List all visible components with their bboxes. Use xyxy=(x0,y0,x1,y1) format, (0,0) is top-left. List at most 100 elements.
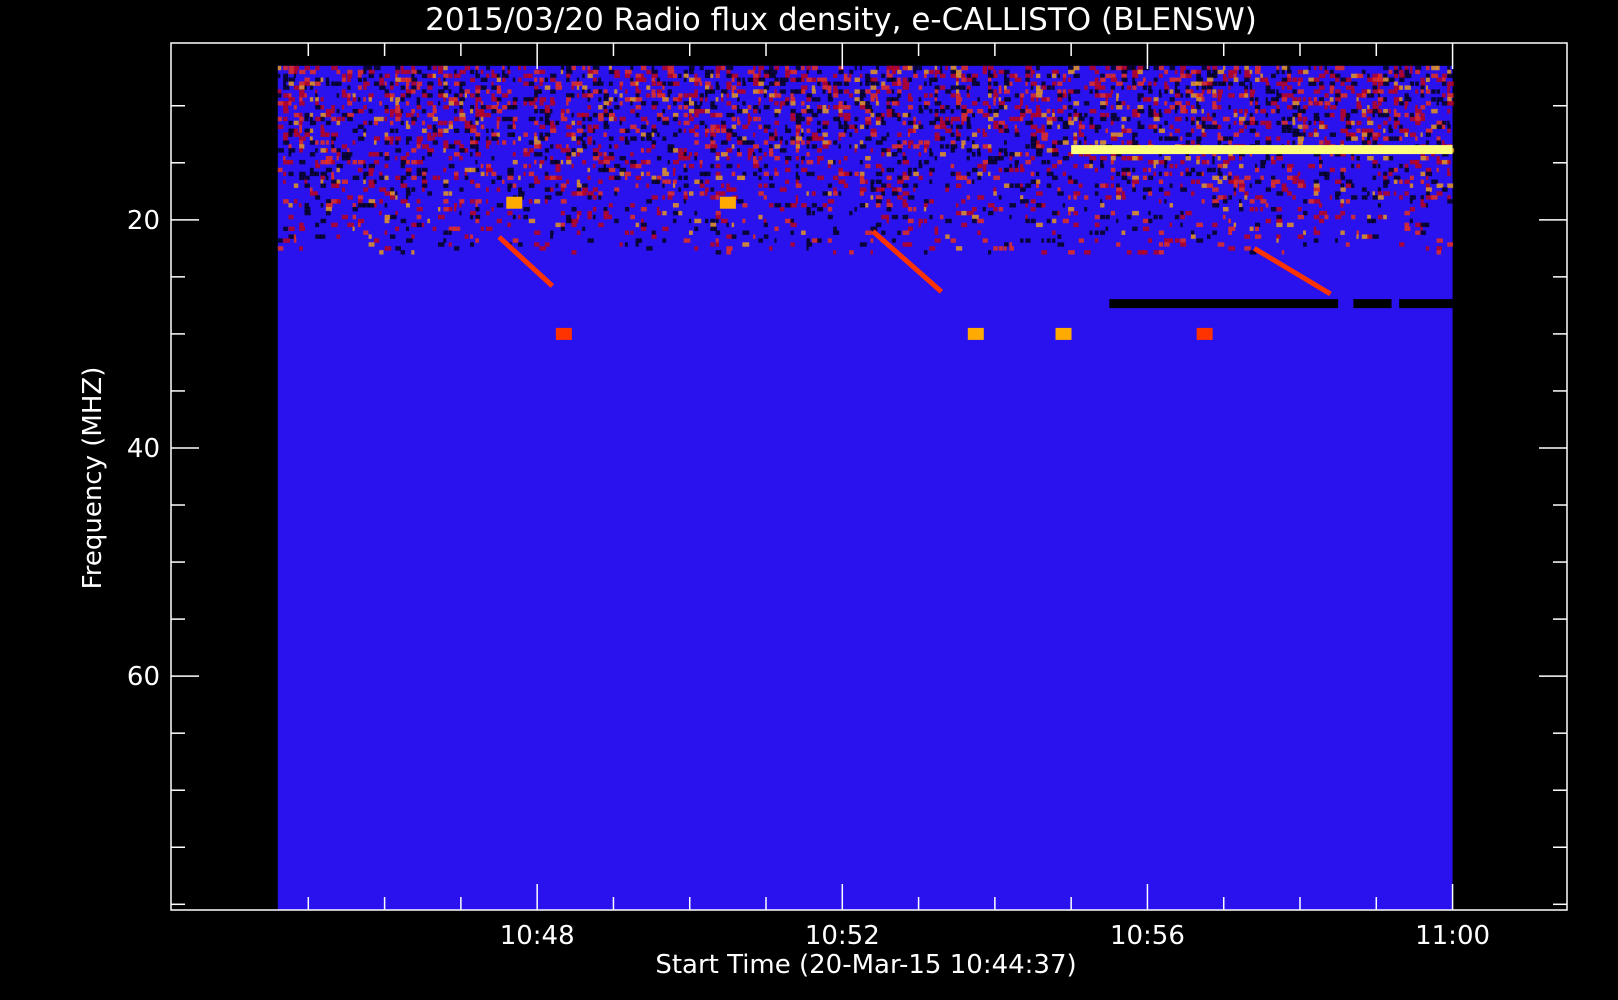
spectrogram-noise-cell xyxy=(454,175,459,181)
spectrogram-noise-cell xyxy=(806,140,811,145)
spectrogram-noise-cell xyxy=(785,97,790,102)
spectrogram-noise-cell xyxy=(357,199,363,204)
spectrogram-noise-cell xyxy=(1276,69,1280,75)
spectrogram-noise-cell xyxy=(1174,238,1180,243)
spectrogram-noise-cell xyxy=(704,128,710,133)
spectrogram-noise-cell xyxy=(1169,65,1176,71)
spectrogram-noise-cell xyxy=(1196,77,1204,83)
spectrogram-noise-cell xyxy=(352,128,358,133)
spectrogram-noise-cell xyxy=(1046,171,1054,177)
spectrogram-noise-cell xyxy=(822,132,828,137)
spectrogram-noise-cell xyxy=(299,85,305,90)
spectrogram-noise-cell xyxy=(1399,85,1403,90)
spectrogram-noise-cell xyxy=(1110,175,1114,181)
spectrogram-noise-cell xyxy=(859,175,865,181)
spectrogram-noise-cell xyxy=(1313,120,1317,126)
spectrogram-noise-cell xyxy=(1238,81,1245,86)
spectrogram-noise-cell xyxy=(737,120,741,126)
spectrogram-noise-cell xyxy=(1110,183,1114,188)
spectrogram-noise-cell xyxy=(1164,136,1171,141)
spectrogram-noise-cell xyxy=(1116,101,1122,106)
spectrogram-noise-cell xyxy=(1297,214,1305,220)
spectrogram-noise-cell xyxy=(1228,195,1233,200)
spectrogram-noise-cell xyxy=(672,132,678,137)
spectrogram-noise-cell xyxy=(1244,65,1249,71)
spectrogram-noise-cell xyxy=(758,69,761,75)
spectrogram-noise-cell xyxy=(491,136,499,141)
spectrogram-noise-cell xyxy=(1335,73,1341,79)
spectrogram-noise-cell xyxy=(795,171,799,177)
spectrogram-noise-cell xyxy=(491,171,497,177)
spectrogram-noise-cell xyxy=(614,89,618,94)
spectrogram-noise-cell xyxy=(833,230,840,235)
spectrogram-noise-cell xyxy=(939,152,946,157)
spectrogram-noise-cell xyxy=(790,242,795,247)
spectrogram-noise-cell xyxy=(1431,97,1436,102)
spectrogram-noise-cell xyxy=(683,163,686,169)
spectrogram-noise-cell xyxy=(923,206,927,212)
spectrogram-noise-cell xyxy=(1030,156,1035,161)
spectrogram-noise-cell xyxy=(480,105,487,110)
spectrogram-noise-cell xyxy=(1041,144,1045,149)
spectrogram-noise-cell xyxy=(283,85,290,90)
spectrogram-noise-cell xyxy=(395,136,401,141)
spectrogram-noise-cell xyxy=(1345,199,1351,204)
spectrogram-noise-cell xyxy=(1420,85,1425,90)
spectrogram-noise-cell xyxy=(1126,250,1132,255)
spectrogram-noise-cell xyxy=(315,101,319,106)
spectrogram-noise-cell xyxy=(955,85,962,90)
spectrogram-noise-cell xyxy=(405,120,409,126)
spectrogram-noise-cell xyxy=(331,148,337,153)
spectrogram-noise-cell xyxy=(411,187,416,192)
spectrogram-noise-cell xyxy=(1415,116,1421,122)
spectrogram-noise-cell xyxy=(309,128,314,133)
spectrogram-noise-cell xyxy=(870,238,874,243)
spectrogram-noise-cell xyxy=(293,105,297,110)
spectrogram-noise-cell xyxy=(923,93,928,98)
spectrogram-noise-cell xyxy=(1180,69,1184,75)
spectrogram-noise-cell xyxy=(961,105,967,110)
spectrogram-noise-cell xyxy=(913,183,918,188)
spectrogram-noise-cell xyxy=(891,108,895,114)
spectrogram-noise-cell xyxy=(790,140,795,145)
spectrogram-noise-cell xyxy=(1287,163,1294,169)
spectrogram-noise-cell xyxy=(475,214,481,220)
spectrogram-noise-cell xyxy=(459,116,466,122)
spectrogram-noise-cell xyxy=(1110,136,1118,141)
spectrogram-noise-cell xyxy=(1025,183,1032,188)
spectrogram-noise-cell xyxy=(598,195,602,200)
spectrogram-noise-cell xyxy=(945,65,948,71)
spectrogram-noise-cell xyxy=(550,144,554,149)
spectrogram-noise-cell xyxy=(1431,195,1438,200)
spectrogram-noise-cell xyxy=(1212,156,1215,161)
spectrogram-noise-cell xyxy=(929,167,935,173)
spectrogram-noise-cell xyxy=(982,112,990,118)
spectrogram-noise-cell xyxy=(806,171,812,177)
spectrogram-noise-cell xyxy=(1383,65,1389,71)
spectrogram-noise-cell xyxy=(721,128,727,133)
spectrogram-noise-cell xyxy=(475,136,481,141)
spectrogram-noise-cell xyxy=(363,187,369,192)
spectrogram-noise-cell xyxy=(1062,156,1069,161)
spectrogram-noise-cell xyxy=(512,132,516,137)
spectrogram-noise-cell xyxy=(934,112,939,118)
spectrogram-noise-cell xyxy=(993,89,997,94)
spectrogram-noise-cell xyxy=(1148,159,1155,165)
spectrogram-noise-cell xyxy=(630,203,635,208)
spectrogram-noise-cell xyxy=(1329,105,1337,110)
spectrogram-noise-cell xyxy=(550,230,554,235)
spectrogram-noise-cell xyxy=(347,156,351,161)
spectrogram-noise-cell xyxy=(806,159,814,165)
spectrogram-noise-cell xyxy=(1121,73,1127,79)
spectrogram-noise-cell xyxy=(443,105,450,110)
spectrogram-noise-cell xyxy=(1265,218,1271,224)
spectrogram-noise-cell xyxy=(1238,183,1246,188)
spectrogram-noise-cell xyxy=(838,101,843,106)
spectrogram-noise-cell xyxy=(315,140,319,145)
spectrogram-noise-cell xyxy=(998,101,1005,106)
spectrogram-noise-cell xyxy=(598,97,602,102)
spectrogram-noise-cell xyxy=(1153,250,1160,255)
spectrogram-noise-cell xyxy=(806,152,810,157)
spectrogram-noise-cell xyxy=(998,128,1004,133)
spectrogram-noise-cell xyxy=(1084,101,1090,106)
